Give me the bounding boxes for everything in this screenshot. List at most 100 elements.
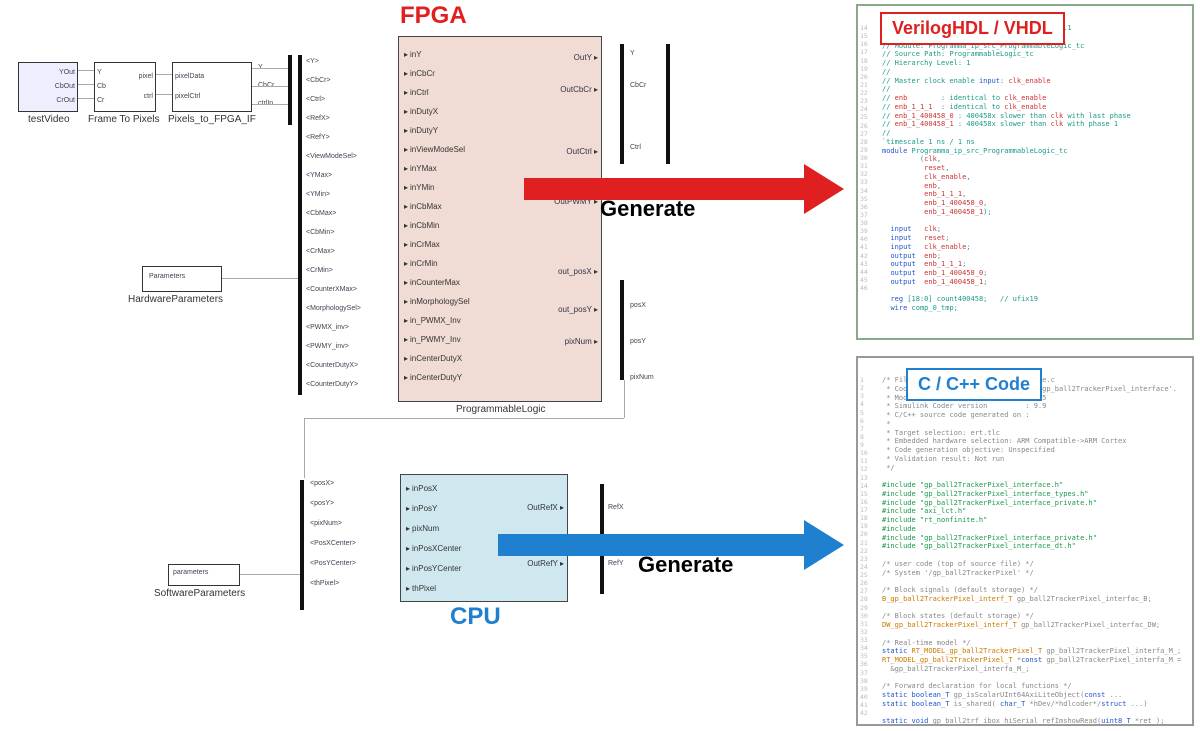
cpu-out-OutRefX: OutRefX ▸	[527, 503, 564, 512]
code-label-hdl: VerilogHDL / VHDL	[880, 12, 1065, 45]
fpga-in-inCenterDutyX: ▸inCenterDutyX	[401, 351, 462, 365]
label-programmable-logic: ProgrammableLogic	[456, 404, 546, 415]
code-box-hdl: 1415161718192021222324252627282930313233…	[856, 4, 1194, 340]
fpga-in-in_PWMX_Inv: ▸in_PWMX_Inv	[401, 313, 461, 327]
out-pixnum: pixNum	[630, 374, 654, 381]
diagram-canvas: FPGA CPU YOut CbOut CrOut testVideo Y Cb…	[0, 0, 1200, 731]
hw-param-content: Parameters	[143, 267, 221, 286]
fpga-bus-inDutyY: <RefY>	[306, 134, 330, 141]
out-posx: posX	[630, 302, 646, 309]
fpga-in-inCtrl: ▸inCtrl	[401, 85, 429, 99]
port-y: Y	[97, 69, 102, 76]
cpu-title: CPU	[450, 603, 501, 631]
cpu-bus-thPixel: <thPixel>	[310, 580, 339, 587]
label-software-parameters: SoftwareParameters	[154, 588, 245, 599]
fpga-bus-inYMax: <YMax>	[306, 172, 332, 179]
port-pixel: pixel	[139, 73, 153, 80]
label-pixels-to-fpga-if: Pixels_to_FPGA_IF	[168, 114, 256, 125]
out-ctrl: Ctrl	[630, 144, 641, 151]
fpga-bus-in_PWMX_Inv: <PWMX_inv>	[306, 324, 349, 331]
mux-fpga-video-out	[666, 44, 670, 164]
mux-video-in	[288, 55, 292, 125]
fpga-out-OutCtrl: OutCtrl ▸	[566, 147, 598, 156]
fpga-in-inCbCr: ▸inCbCr	[401, 66, 435, 80]
block-testvideo: YOut CbOut CrOut	[18, 62, 78, 112]
demux-fpga-video-out	[620, 44, 624, 164]
port-yout: YOut	[59, 69, 75, 76]
block-programmable-logic: ▸inY ▸inCbCr ▸inCtrl ▸inDutyX ▸inDutyY ▸inVie…	[398, 36, 602, 402]
fpga-bus-inCenterDutyX: <CounterDutyX>	[306, 362, 358, 369]
fpga-bus-inMorphologySel: <MorphologySel>	[306, 305, 361, 312]
fpga-out-out_posY: out_posY ▸	[558, 305, 598, 314]
sw-param-content: parameters	[169, 565, 239, 580]
fpga-out-OutCbCr: OutCbCr ▸	[560, 85, 598, 94]
mux-cpu-in	[300, 480, 304, 610]
label-frame-to-pixels: Frame To Pixels	[88, 114, 160, 125]
label-testvideo: testVideo	[28, 114, 70, 125]
fpga-in-inCrMin: ▸inCrMin	[401, 256, 438, 270]
fpga-in-inCbMin: ▸inCbMin	[401, 218, 439, 232]
fpga-in-inY: ▸inY	[401, 47, 422, 61]
fpga-bus-inCounterMax: <CounterXMax>	[306, 286, 357, 293]
demux-fpga-pos-out	[620, 280, 624, 380]
fpga-in-inYMin: ▸inYMin	[401, 180, 434, 194]
fpga-bus-inCbCr: <CbCr>	[306, 77, 331, 84]
generate-label-top: Generate	[600, 196, 695, 222]
fpga-in-inYMax: ▸inYMax	[401, 161, 437, 175]
fpga-in-inCenterDutyY: ▸inCenterDutyY	[401, 370, 462, 384]
fpga-bus-inCrMin: <CrMin>	[306, 267, 333, 274]
cpu-bus-pixNum: <pixNum>	[310, 520, 342, 527]
block-pixels-to-fpga-if: pixelData pixelCtrl	[172, 62, 252, 112]
code-box-c: 1234567891011121314151617181920212223242…	[856, 356, 1194, 726]
generate-label-bottom: Generate	[638, 552, 733, 578]
cpu-in-inPosY: ▸inPosY	[403, 501, 437, 515]
cpu-in-pixNum: ▸pixNum	[403, 521, 439, 535]
fpga-in-inCbMax: ▸inCbMax	[401, 199, 442, 213]
cpu-bus-inPosYCenter: <PosYCenter>	[310, 560, 356, 567]
out-posy: posY	[630, 338, 646, 345]
fpga-bus-inCtrl: <Ctrl>	[306, 96, 325, 103]
cpu-in-inPosYCenter: ▸inPosYCenter	[403, 561, 461, 575]
block-software-parameters: parameters	[168, 564, 240, 586]
cpu-in-inPosXCenter: ▸inPosXCenter	[403, 541, 461, 555]
port-cr: Cr	[97, 97, 104, 104]
fpga-bus-inY: <Y>	[306, 58, 319, 65]
fpga-in-in_PWMY_Inv: ▸in_PWMY_Inv	[401, 332, 461, 346]
fpga-in-inMorphologySel: ▸inMorphologySel	[401, 294, 470, 308]
fpga-bus-inCbMin: <CbMin>	[306, 229, 334, 236]
port-cbout: CbOut	[55, 83, 75, 90]
cpu-bus-inPosY: <posY>	[310, 500, 334, 507]
cpu-bus-inPosX: <posX>	[310, 480, 334, 487]
fpga-out-out_posX: out_posX ▸	[558, 267, 598, 276]
code-label-c: C / C++ Code	[906, 368, 1042, 401]
out-y: Y	[630, 50, 635, 57]
fpga-in-inDutyX: ▸inDutyX	[401, 104, 438, 118]
out-refx: RefX	[608, 504, 624, 511]
label-hardware-parameters: HardwareParameters	[128, 294, 223, 305]
port-ctrl: ctrl	[144, 93, 153, 100]
cpu-in-inPosX: ▸inPosX	[403, 481, 437, 495]
block-frame-to-pixels: Y Cb Cr pixel ctrl	[94, 62, 156, 112]
fpga-bus-inViewModeSel: <ViewModeSel>	[306, 153, 357, 160]
fpga-in-inViewModeSel: ▸inViewModeSel	[401, 142, 465, 156]
fpga-bus-inCenterDutyY: <CounterDutyY>	[306, 381, 358, 388]
port-pixelctrl: pixelCtrl	[175, 93, 200, 100]
fpga-title: FPGA	[400, 2, 467, 30]
fpga-bus-inYMin: <YMin>	[306, 191, 330, 198]
port-crout: CrOut	[56, 97, 75, 104]
fpga-bus-inDutyX: <RefX>	[306, 115, 330, 122]
out-cbcr: CbCr	[630, 82, 646, 89]
cpu-bus-inPosXCenter: <PosXCenter>	[310, 540, 356, 547]
cpu-in-thPixel: ▸thPixel	[403, 581, 436, 595]
port-pixeldata: pixelData	[175, 73, 204, 80]
fpga-in-inDutyY: ▸inDutyY	[401, 123, 438, 137]
fpga-bus-inCrMax: <CrMax>	[306, 248, 335, 255]
block-hardware-parameters: Parameters	[142, 266, 222, 292]
mux-fpga-in	[298, 55, 302, 395]
port-cb: Cb	[97, 83, 106, 90]
fpga-out-OutY: OutY ▸	[574, 53, 598, 62]
fpga-bus-in_PWMY_Inv: <PWMY_inv>	[306, 343, 349, 350]
fpga-in-inCounterMax: ▸inCounterMax	[401, 275, 460, 289]
fpga-in-inCrMax: ▸inCrMax	[401, 237, 440, 251]
fpga-bus-inCbMax: <CbMax>	[306, 210, 336, 217]
